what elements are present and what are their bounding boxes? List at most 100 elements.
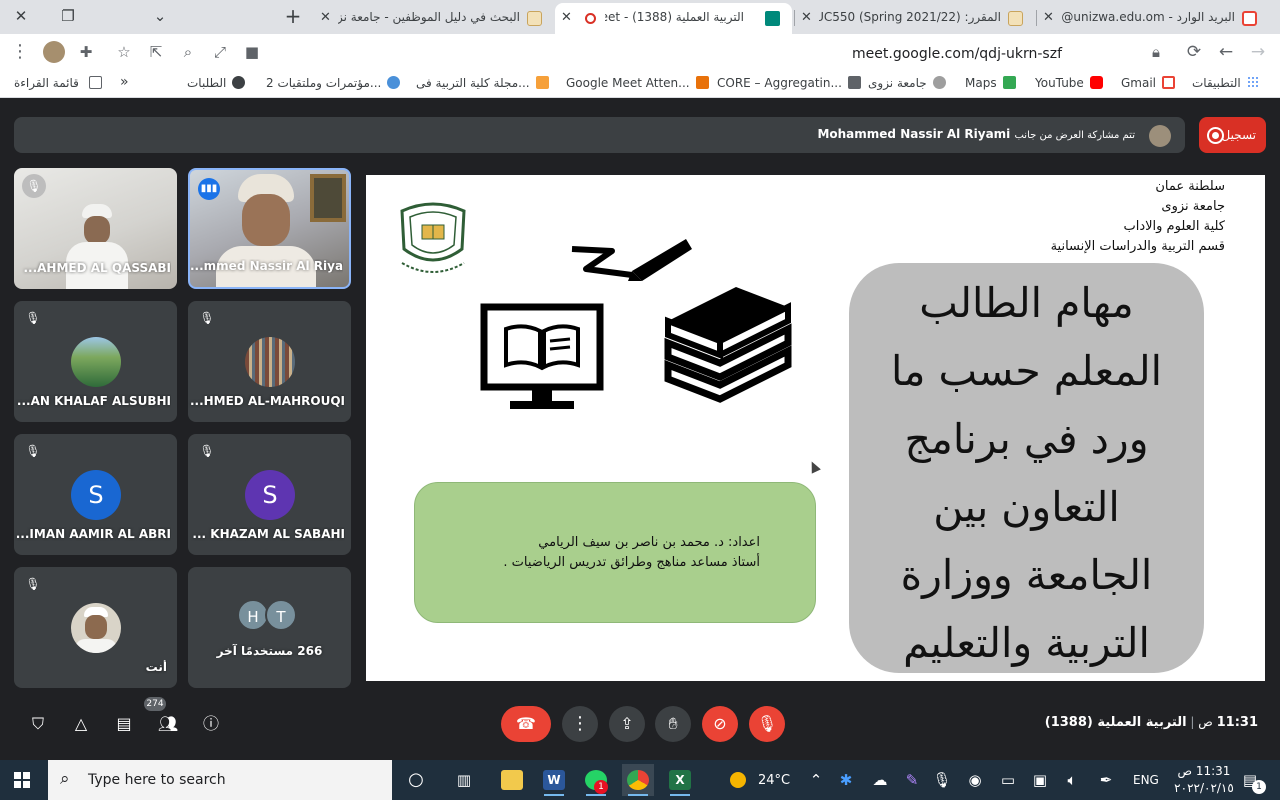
tab-course[interactable]: ✕ المقرر: EDUC550 (Spring 2021/22) xyxy=(795,3,1035,34)
meeting-time-title: 11:31 ص | التربية العملية (1388) xyxy=(1044,715,1258,730)
battery-icon[interactable]: ▭ xyxy=(996,768,1020,792)
close-window-icon[interactable]: ✕ xyxy=(8,5,34,27)
input-language[interactable]: ENG xyxy=(1133,773,1159,787)
cortana-icon[interactable]: ○ xyxy=(404,768,428,792)
lock-icon[interactable]: 🔒︎ xyxy=(1144,40,1168,64)
weather-sun-icon[interactable] xyxy=(730,772,746,788)
tab-staff-directory[interactable]: ✕ البحث في دليل الموظفين - جامعة نزوى xyxy=(314,3,554,34)
meet-stage: تتم مشاركة العرض من جانب Mohammed Nassir… xyxy=(0,99,1280,760)
bookmark-journal[interactable]: مجلة كلية التربية فى... xyxy=(416,76,549,90)
mic-off-icon: 🎙︎ xyxy=(25,444,41,458)
bluetooth-icon[interactable]: ✱ xyxy=(834,768,858,792)
chrome-icon xyxy=(627,770,649,790)
menu-kebab-icon[interactable]: ⋮ xyxy=(8,40,32,64)
excel-icon: X xyxy=(669,770,691,790)
more-bookmarks-chevron[interactable]: » xyxy=(120,74,129,90)
bookmark-gmail[interactable]: Gmail xyxy=(1121,76,1176,90)
raise-hand-icon[interactable]: ✋︎ xyxy=(655,706,691,742)
reload-icon[interactable]: ⟳ xyxy=(1182,40,1206,64)
taskbar-search-box[interactable]: ⌕ Type here to search xyxy=(48,760,392,800)
share-icon[interactable]: ⇱ xyxy=(144,40,168,64)
pen-illustration xyxy=(568,235,698,285)
volume-icon[interactable]: 🔈︎ xyxy=(1060,768,1084,792)
camera-in-use-icon[interactable]: ■ xyxy=(240,40,264,64)
record-button[interactable]: تسجيل xyxy=(1199,117,1266,153)
file-explorer-app[interactable] xyxy=(496,764,528,796)
chat-icon[interactable]: ▤ xyxy=(112,712,136,736)
task-view-icon[interactable]: ▥ xyxy=(452,768,476,792)
slide-author-box: اعداد: د. محمد بن ناصر بن سيف الريامي أس… xyxy=(414,482,816,623)
reading-list-button[interactable]: قائمة القراءة xyxy=(14,76,102,90)
bookmark-conferences[interactable]: مؤتمرات وملتقيات 2... xyxy=(266,76,401,90)
restore-window-icon[interactable]: ❐ xyxy=(55,5,81,27)
network-icon[interactable]: ▣ xyxy=(1028,768,1052,792)
leave-call-button[interactable]: ☎︎ xyxy=(501,706,551,742)
new-tab-button[interactable]: + xyxy=(280,5,306,27)
clock-date[interactable]: ٢٠٢٢/٠٢/١٥ xyxy=(1166,781,1242,795)
tab-search-chevron-icon[interactable]: ⌄ xyxy=(147,5,173,27)
presenter-text: تتم مشاركة العرض من جانب Mohammed Nassir… xyxy=(817,127,1135,141)
participant-tile[interactable]: 🎙︎ ...AHMED AL QASSABI xyxy=(14,168,177,289)
pen-tray-icon[interactable]: ✎ xyxy=(900,768,924,792)
close-tab-icon[interactable]: ✕ xyxy=(320,3,331,32)
pen-workspace-icon[interactable]: ✒︎ xyxy=(1094,768,1118,792)
tray-chevron-up-icon[interactable]: ⌃ xyxy=(804,768,828,792)
apps-grid-icon xyxy=(1246,76,1260,89)
chrome-app[interactable] xyxy=(622,764,654,796)
participant-tile-active-speaker[interactable]: ▮▮▮ ...mmed Nassir Al Riyami xyxy=(188,168,351,289)
core-icon xyxy=(847,76,861,89)
forward-arrow-icon[interactable]: → xyxy=(1246,40,1270,64)
onedrive-cloud-icon[interactable]: ☁︎ xyxy=(868,768,892,792)
whatsapp-app[interactable]: 1 xyxy=(580,764,612,796)
bookmark-maps[interactable]: Maps xyxy=(965,76,1016,90)
activities-shapes-icon[interactable]: △ xyxy=(69,712,93,736)
participant-avatar-letter: S xyxy=(245,470,295,520)
weather-temperature[interactable]: 24°C xyxy=(758,773,790,788)
meeting-info-icon[interactable]: ⓘ xyxy=(199,712,223,736)
close-tab-icon[interactable]: ✕ xyxy=(1043,3,1054,32)
profile-avatar[interactable] xyxy=(42,40,66,64)
tab-gmail[interactable]: ✕ البريد الوارد - adi@unizwa.edu.om xyxy=(1037,3,1269,34)
bookmark-star-icon[interactable]: ☆ xyxy=(112,40,136,64)
tab-meet[interactable]: ✕ التربية العملية (1388) - Meet xyxy=(555,3,792,34)
slide-title: مهام الطالب المعلم حسب ما ورد في برنامج … xyxy=(891,279,1162,667)
browser-toolbar: ⋮ ✚ ☆ ⇱ ⌕ ⤢ ■ meet.google.com/qdj-ukrn-s… xyxy=(0,34,1280,70)
zoom-icon[interactable]: ⌕ xyxy=(176,40,200,64)
host-controls-shield-icon[interactable]: ⛉ xyxy=(26,712,50,736)
camera-off-button[interactable]: ⊘ xyxy=(702,706,738,742)
clock-time[interactable]: 11:31 ص xyxy=(1172,764,1236,778)
wall-frame xyxy=(310,174,346,222)
participant-tile[interactable]: 🎙︎ S ... KHAZAM AL SABAHI xyxy=(188,434,351,555)
close-tab-icon[interactable]: ✕ xyxy=(561,3,572,32)
participant-video xyxy=(66,204,128,289)
bookmark-unizwa[interactable]: جامعة نزوى xyxy=(868,76,946,90)
excel-app[interactable]: X xyxy=(664,764,696,796)
microphone-tray-icon[interactable]: 🎙︎ xyxy=(930,768,954,792)
external-open-icon[interactable]: ⤢ xyxy=(208,40,232,64)
address-bar[interactable]: ☆ ⇱ ⌕ ⤢ ■ meet.google.com/qdj-ukrn-szf 🔒… xyxy=(104,37,1174,67)
present-now-icon[interactable]: ⇪ xyxy=(609,706,645,742)
word-app[interactable]: W xyxy=(538,764,570,796)
bookmark-requests[interactable]: الطلبات xyxy=(187,76,246,90)
participant-tile[interactable]: 🎙︎ ...AN KHALAF ALSUBHI xyxy=(14,301,177,422)
extensions-puzzle-icon[interactable]: ✚ xyxy=(74,40,98,64)
mic-off-icon: 🎙︎ xyxy=(22,174,46,198)
camera-tray-icon[interactable]: ◉ xyxy=(963,768,987,792)
bookmark-youtube[interactable]: YouTube xyxy=(1035,76,1103,90)
self-tile[interactable]: 🎙︎ أنت xyxy=(14,567,177,688)
bookmark-apps[interactable]: التطبيقات xyxy=(1192,76,1260,90)
self-avatar xyxy=(71,603,121,653)
globe-icon xyxy=(232,76,246,89)
participant-tile[interactable]: 🎙︎ S ...IMAN AAMIR AL ABRI xyxy=(14,434,177,555)
windows-start-icon[interactable] xyxy=(14,772,30,788)
more-options-icon[interactable]: ⋮ xyxy=(562,706,598,742)
bookmark-meet-attendance[interactable]: Google Meet Atten... xyxy=(566,76,709,90)
others-tile[interactable]: H T 266 مستخدمًا آخر xyxy=(188,567,351,688)
presentation-slide[interactable]: سلطنة عمان جامعة نزوى كلية العلوم والادا… xyxy=(366,175,1265,681)
mic-off-button[interactable]: 🎙︎ xyxy=(749,706,785,742)
back-arrow-icon[interactable]: ← xyxy=(1214,40,1238,64)
bookmark-core[interactable]: CORE – Aggregatin... xyxy=(717,76,861,90)
people-icon[interactable]: 👥︎ xyxy=(156,712,180,736)
participant-tile[interactable]: 🎙︎ ...HMED AL-MAHROUQI xyxy=(188,301,351,422)
close-tab-icon[interactable]: ✕ xyxy=(801,3,812,32)
